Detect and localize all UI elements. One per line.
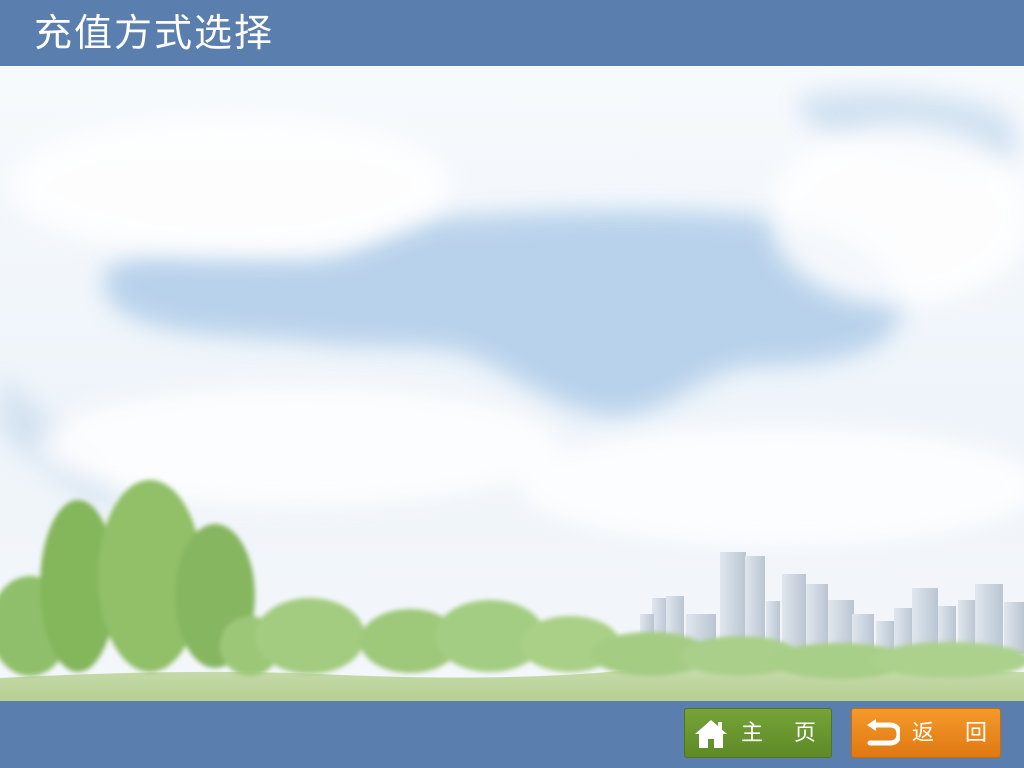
screen: 充值方式选择 主 页 返 回 (0, 0, 1024, 768)
footer-bar: 主 页 返 回 (0, 701, 1024, 768)
home-button[interactable]: 主 页 (684, 708, 832, 758)
page-title: 充值方式选择 (34, 11, 275, 55)
home-icon (695, 720, 727, 748)
sky-landscape-illustration (0, 89, 1024, 701)
header-bar: 充值方式选择 (0, 0, 1024, 66)
home-button-label: 主 页 (741, 721, 828, 746)
return-arrow-icon (867, 719, 900, 746)
back-button[interactable]: 返 回 (851, 708, 1001, 758)
back-button-label: 返 回 (912, 721, 999, 746)
city-skyline (640, 552, 1024, 655)
background-scene (0, 66, 1024, 701)
